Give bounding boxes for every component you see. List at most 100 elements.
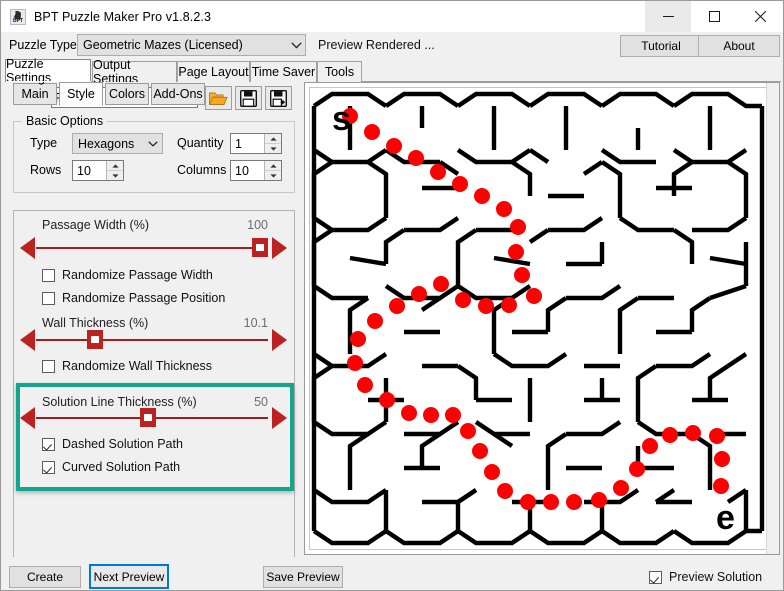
puzzle-type-dropdown[interactable]: Geometric Mazes (Licensed) [77,34,306,56]
tab-time-saver[interactable]: Time Saver [250,61,317,82]
rows-stepper[interactable]: 10 [72,160,124,181]
preview-scrollbar[interactable] [766,83,779,554]
subtab-main[interactable]: Main [13,83,57,105]
quantity-stepper[interactable]: 1 [230,133,282,154]
rows-label: Rows [30,163,61,177]
application-window: BPT BPT Puzzle Maker Pro v1.8.2.3 [0,0,784,591]
passage-width-value: 100 [204,218,268,232]
minimize-button[interactable] [645,1,691,32]
slider-thumb[interactable] [252,238,268,257]
solution-line-thickness-value: 50 [204,395,268,409]
subtab-style[interactable]: Style [59,82,103,106]
create-button[interactable]: Create [9,566,81,588]
puzzle-type-label: Puzzle Type [9,38,77,52]
passage-width-label: Passage Width (%) [42,218,149,232]
checkbox-box[interactable] [42,438,55,451]
checkbox-label: Randomize Passage Width [62,268,213,282]
randomize-passage-position-checkbox[interactable]: Randomize Passage Position [42,291,225,305]
curved-solution-path-checkbox[interactable]: Curved Solution Path [42,460,180,474]
window-controls [645,1,783,32]
randomize-wall-thickness-checkbox[interactable]: Randomize Wall Thickness [42,359,212,373]
settings-panel: Preset Preset1 Basic Opti [5,82,301,555]
type-value: Hexagons [73,137,144,151]
subtab-addons[interactable]: Add-Ons [151,83,205,105]
chevron-down-icon [287,42,305,49]
quantity-spin-arrows[interactable] [264,134,281,153]
checkbox-label: Preview Solution [669,570,762,584]
save-preset-as-button[interactable] [265,86,292,110]
about-button[interactable]: About [698,35,780,57]
columns-spin-arrows[interactable] [264,161,281,180]
slider-decrease-arrow[interactable] [20,329,35,351]
active-tab-connector [6,81,91,82]
tab-page-layout[interactable]: Page Layout [177,61,250,82]
maximize-icon [709,11,720,22]
hexagon-maze-image: s e [310,88,766,549]
type-dropdown[interactable]: Hexagons [72,133,163,154]
checkbox-box[interactable] [649,571,662,584]
slider-track[interactable] [36,247,268,249]
slider-increase-arrow[interactable] [272,237,287,259]
solution-line-thickness-label: Solution Line Thickness (%) [42,395,197,409]
preview-solution-checkbox[interactable]: Preview Solution [649,570,762,584]
spin-down-icon[interactable] [107,171,123,180]
checkbox-box[interactable] [42,461,55,474]
rows-value: 10 [73,161,106,180]
save-preview-button[interactable]: Save Preview [263,566,343,588]
checkbox-label: Randomize Passage Position [62,291,225,305]
wall-thickness-label: Wall Thickness (%) [42,316,148,330]
close-icon [755,11,766,22]
slider-decrease-arrow[interactable] [20,237,35,259]
tutorial-button[interactable]: Tutorial [620,35,702,57]
tab-label: Page Layout [178,65,248,79]
spin-down-icon[interactable] [265,144,281,153]
start-marker: s [332,100,351,138]
next-preview-button[interactable]: Next Preview [89,564,169,589]
checkbox-label: Dashed Solution Path [62,437,183,451]
spin-up-icon[interactable] [265,134,281,144]
rows-spin-arrows[interactable] [106,161,123,180]
open-preset-button[interactable] [205,86,232,110]
subtab-label: Main [21,87,48,101]
randomize-passage-width-checkbox[interactable]: Randomize Passage Width [42,268,213,282]
slider-increase-arrow[interactable] [272,329,287,351]
tab-puzzle-settings[interactable]: Puzzle Settings [5,59,91,82]
preview-panel: s e [304,82,780,555]
wall-thickness-value: 10.1 [204,316,268,330]
close-button[interactable] [737,1,783,32]
slider-decrease-arrow[interactable] [20,407,35,429]
end-marker: e [716,499,735,537]
app-icon: BPT [10,9,26,25]
slider-increase-arrow[interactable] [272,407,287,429]
subtab-label: Style [67,87,95,101]
slider-thumb[interactable] [87,330,103,349]
dashed-solution-path-checkbox[interactable]: Dashed Solution Path [42,437,183,451]
slider-track[interactable] [36,339,268,341]
subtab-colors[interactable]: Colors [105,83,149,105]
tab-output-settings[interactable]: Output Settings [92,61,177,82]
columns-stepper[interactable]: 10 [230,160,282,181]
spin-up-icon[interactable] [265,161,281,171]
style-panel: Passage Width (%) 100 Randomize Passage … [13,210,295,568]
columns-value: 10 [231,161,264,180]
maze-preview[interactable]: s e [309,87,767,550]
spin-down-icon[interactable] [265,171,281,180]
tab-label: Time Saver [252,65,315,79]
tab-label: Tools [325,65,354,79]
checkbox-box[interactable] [42,269,55,282]
slider-thumb[interactable] [140,408,156,427]
subtab-label: Colors [109,87,145,101]
spin-up-icon[interactable] [107,161,123,171]
checkbox-box[interactable] [42,360,55,373]
window-title: BPT Puzzle Maker Pro v1.8.2.3 [34,10,211,24]
checkbox-box[interactable] [42,292,55,305]
basic-options-group: Basic Options Type Hexagons Quantity 1 R… [13,121,295,193]
basic-options-title: Basic Options [22,114,107,128]
chevron-down-icon [144,141,162,147]
footer-bar: Create Next Preview Save Preview Preview… [1,557,783,590]
save-preset-button[interactable] [235,86,262,110]
title-bar: BPT BPT Puzzle Maker Pro v1.8.2.3 [1,1,783,32]
tab-tools[interactable]: Tools [317,61,362,82]
columns-label: Columns [177,163,226,177]
maximize-button[interactable] [691,1,737,32]
